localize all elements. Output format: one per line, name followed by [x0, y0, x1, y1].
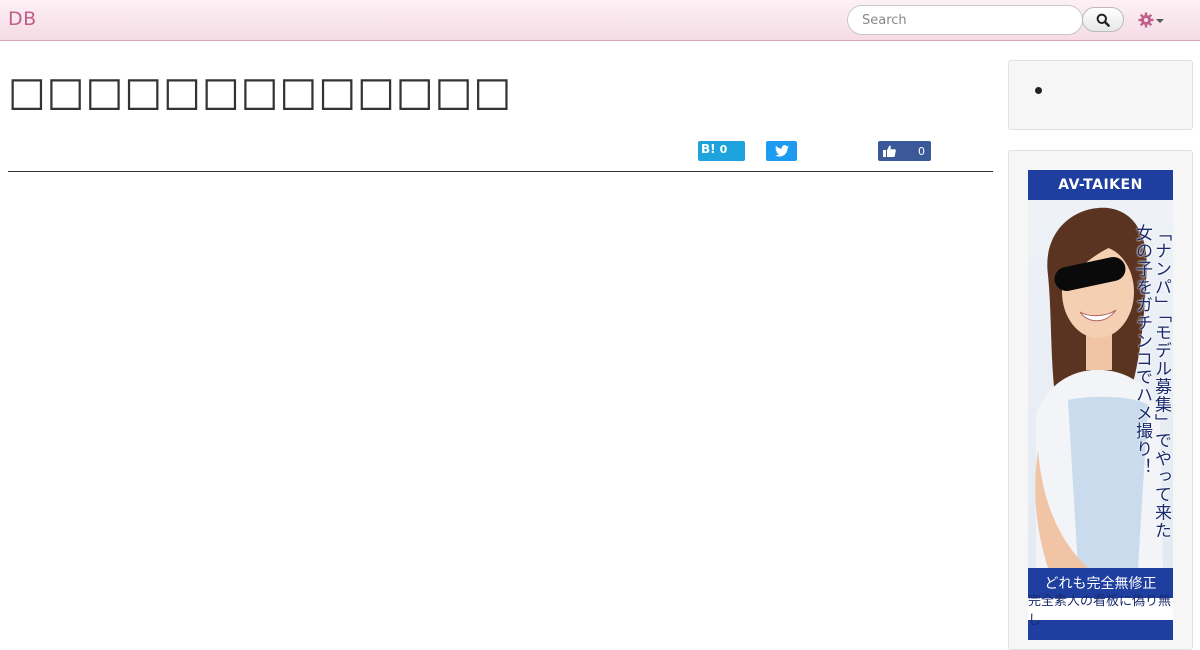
brand-logo[interactable]: DB — [8, 8, 37, 30]
settings-dropdown[interactable] — [1138, 10, 1168, 30]
search-icon — [1096, 13, 1110, 27]
thumbs-up-icon — [883, 145, 896, 157]
list-bullet — [1035, 87, 1042, 94]
ad-subtagline: 完全素人の看板に偽り無し — [1028, 594, 1173, 628]
tweet-button[interactable] — [766, 141, 797, 161]
sidebar-widget — [1008, 60, 1193, 130]
twitter-bird-icon — [774, 145, 789, 157]
ad-logo: AV-TAIKEN — [1028, 170, 1173, 200]
page-title: □□□□□□□□□□□□□ — [8, 69, 513, 115]
chevron-down-icon — [1156, 19, 1164, 23]
hatena-bookmark-button[interactable]: B! 0 — [698, 141, 745, 161]
search-input[interactable] — [847, 5, 1083, 35]
ad-banner[interactable]: AV-TAIKEN 「ナンパ」「モデル募集」でやって来た 女の子をガチンコでハメ… — [1028, 170, 1173, 640]
facebook-like-count: 0 — [918, 144, 925, 158]
hatena-icon: B! — [701, 142, 716, 156]
title-divider — [8, 171, 993, 172]
ad-headline: 「ナンパ」「モデル募集」でやって来た 女の子をガチンコでハメ撮り！ — [1132, 224, 1171, 540]
gear-icon — [1138, 12, 1154, 28]
top-navbar: DB — [0, 0, 1200, 41]
search-button[interactable] — [1082, 7, 1124, 32]
hatena-count: 0 — [719, 142, 728, 156]
facebook-like-button[interactable]: 0 — [878, 141, 931, 161]
sidebar-ad-widget: AV-TAIKEN 「ナンパ」「モデル募集」でやって来た 女の子をガチンコでハメ… — [1008, 150, 1193, 650]
